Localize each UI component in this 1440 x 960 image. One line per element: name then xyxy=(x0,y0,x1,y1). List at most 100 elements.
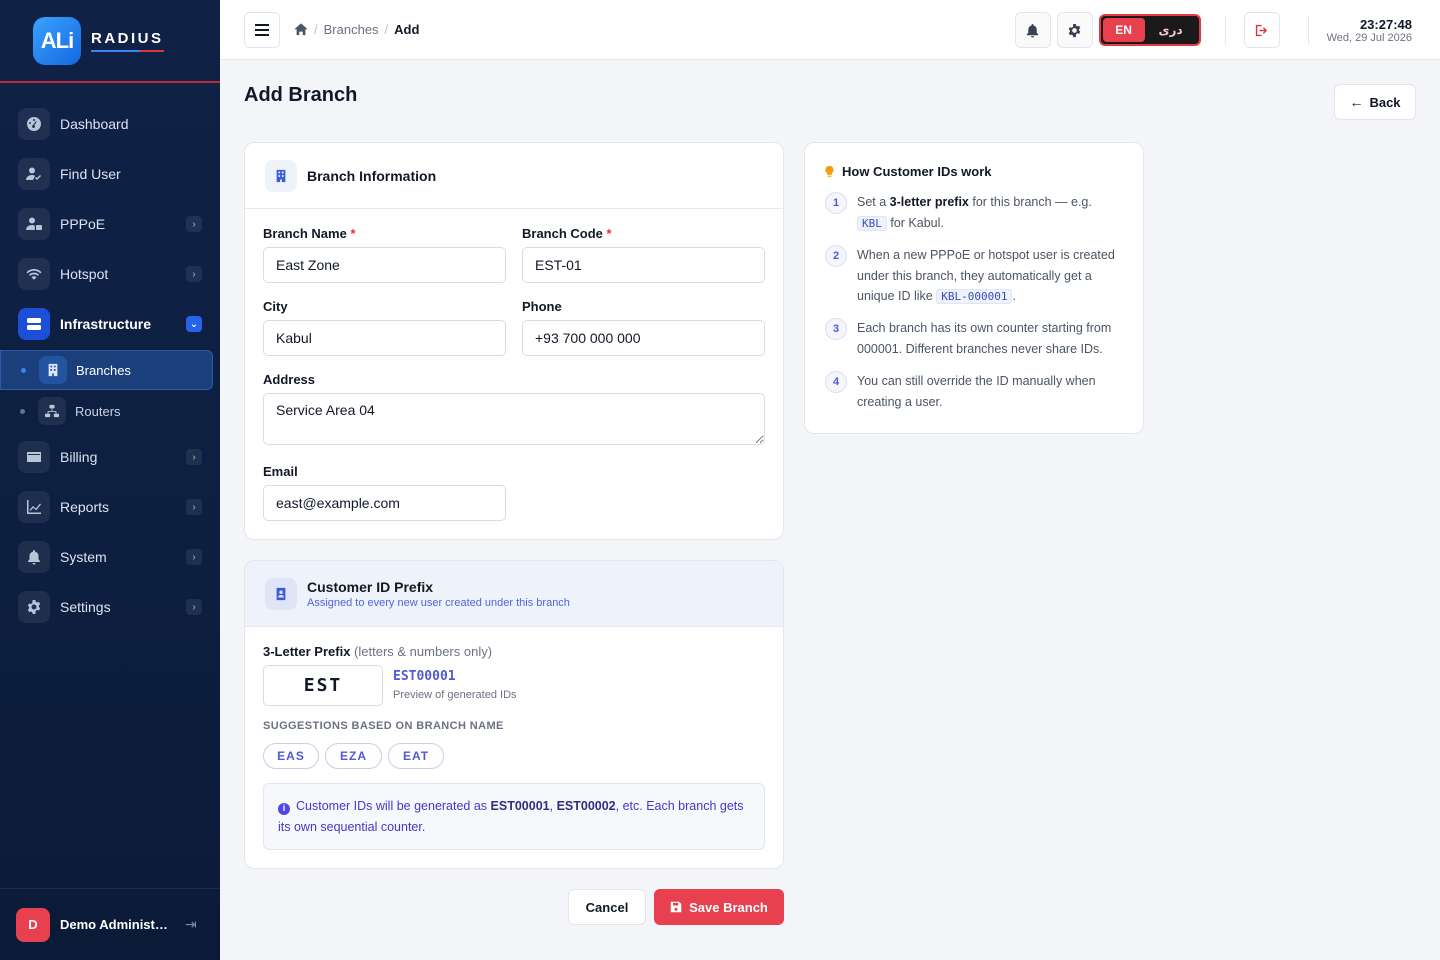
sign-out-icon[interactable]: ⇥ xyxy=(185,916,197,933)
phone-label: Phone xyxy=(522,299,562,314)
preview-id: EST00001 xyxy=(393,669,456,684)
branch-name-input[interactable] xyxy=(263,247,506,283)
find-user-icon xyxy=(18,158,50,190)
city-input[interactable] xyxy=(263,320,506,356)
chevron-right-icon: › xyxy=(186,266,202,282)
step-text-part: Set a xyxy=(857,195,890,209)
breadcrumb: / Branches / Add xyxy=(294,20,419,39)
divider xyxy=(1224,15,1226,45)
sidebar-subitem-branches[interactable]: Branches xyxy=(0,350,213,390)
address-textarea[interactable]: Service Area 04 xyxy=(263,393,765,445)
chevron-right-icon: › xyxy=(186,499,202,515)
label-text: Branch Name xyxy=(263,226,347,241)
topbar-actions: EN دری 23:27:48 Wed, 29 Jul 2026 xyxy=(1014,12,1412,48)
brand[interactable]: ALi RADIUS xyxy=(0,0,220,83)
sidebar-item-system[interactable]: System › xyxy=(0,532,220,582)
sidebar-item-pppoe[interactable]: PPPoE › xyxy=(0,199,220,249)
clock-date: Wed, 29 Jul 2026 xyxy=(1326,31,1412,44)
gear-icon xyxy=(1068,23,1081,37)
info-icon: i xyxy=(278,802,290,815)
step-text: Each branch has its own counter starting… xyxy=(857,321,1112,356)
sidebar-item-label: Billing xyxy=(60,449,98,465)
branch-code-input[interactable] xyxy=(522,247,765,283)
required-mark: * xyxy=(350,226,356,241)
logout-button[interactable] xyxy=(1243,12,1280,48)
suggestion-chip[interactable]: EZA xyxy=(325,743,382,769)
home-icon[interactable] xyxy=(294,20,308,39)
chart-icon xyxy=(18,491,50,523)
menu-toggle-button[interactable] xyxy=(244,11,280,48)
lang-en-button[interactable]: EN xyxy=(1102,18,1145,42)
preview-caption: Preview of generated IDs xyxy=(393,689,517,701)
notifications-button[interactable] xyxy=(1014,12,1051,48)
sidebar: ALi RADIUS Dashboard Find User PPPoE › H… xyxy=(0,0,220,960)
building-icon xyxy=(39,356,67,384)
help-title: How Customer IDs work xyxy=(823,164,992,179)
bell-icon xyxy=(18,541,50,573)
step-text-bold: 3-letter prefix xyxy=(889,195,969,209)
save-icon xyxy=(670,901,682,913)
sidebar-item-reports[interactable]: Reports › xyxy=(0,482,220,532)
email-input[interactable] xyxy=(263,485,506,521)
breadcrumb-separator: / xyxy=(314,22,318,37)
back-label: Back xyxy=(1369,94,1401,110)
back-button[interactable]: ← Back xyxy=(1334,84,1416,120)
card-heading: Customer ID Prefix Assigned to every new… xyxy=(307,579,570,609)
suggestion-chip[interactable]: EAT xyxy=(388,743,444,769)
active-dot xyxy=(21,367,26,373)
avatar: D xyxy=(16,907,50,942)
sidebar-item-infrastructure[interactable]: Infrastructure ⌄ xyxy=(0,299,220,349)
sidebar-item-find-user[interactable]: Find User xyxy=(0,149,220,199)
prefix-input[interactable]: EST xyxy=(263,665,383,706)
step-text-part: for this branch — e.g. xyxy=(968,195,1092,209)
step-text-part: . xyxy=(1012,289,1016,303)
divider xyxy=(1307,15,1309,45)
inactive-dot xyxy=(20,408,25,414)
help-step: 3 Each branch has its own counter starti… xyxy=(825,318,1125,359)
breadcrumb-item-branches[interactable]: Branches xyxy=(324,22,379,37)
sidebar-item-billing[interactable]: Billing › xyxy=(0,432,220,482)
suggestion-chip[interactable]: EAS xyxy=(263,743,319,769)
user-profile[interactable]: D Demo Administrator ⇥ xyxy=(0,888,220,960)
sidebar-item-label: Dashboard xyxy=(60,116,129,132)
step-text: You can still override the ID manually w… xyxy=(857,374,1096,409)
lang-dari-button[interactable]: دری xyxy=(1145,18,1197,42)
sidebar-nav: Dashboard Find User PPPoE › Hotspot › In… xyxy=(0,83,220,632)
sidebar-item-dashboard[interactable]: Dashboard xyxy=(0,99,220,149)
chevron-right-icon: › xyxy=(186,216,202,232)
info-text: , xyxy=(549,799,557,813)
help-step: 4 You can still override the ID manually… xyxy=(825,371,1125,412)
sidebar-item-label: Find User xyxy=(60,166,121,182)
language-switcher: EN دری xyxy=(1098,14,1201,46)
brand-logo: ALi xyxy=(33,16,81,65)
phone-input[interactable] xyxy=(522,320,765,356)
breadcrumb-item-current: Add xyxy=(394,22,420,37)
card-header: Customer ID Prefix Assigned to every new… xyxy=(245,561,783,627)
hamburger-icon xyxy=(255,23,269,36)
save-label: Save Branch xyxy=(689,899,768,915)
help-title-text: How Customer IDs work xyxy=(842,164,992,179)
sidebar-subitem-routers[interactable]: Routers xyxy=(0,391,213,431)
save-branch-button[interactable]: Save Branch xyxy=(654,889,784,925)
help-step: 1 Set a 3-letter prefix for this branch … xyxy=(825,192,1125,234)
card-subtitle: Assigned to every new user created under… xyxy=(307,596,570,609)
sidebar-item-label: Infrastructure xyxy=(60,316,152,332)
sidebar-item-label: Reports xyxy=(60,499,110,515)
code-sample: KBL xyxy=(857,215,887,231)
sidebar-item-settings[interactable]: Settings › xyxy=(0,582,220,632)
bell-icon xyxy=(1026,23,1039,38)
page-title: Add Branch xyxy=(244,84,358,106)
chevron-right-icon: › xyxy=(186,599,202,615)
step-number: 3 xyxy=(825,318,847,340)
card-title: Branch Information xyxy=(307,167,437,184)
sidebar-item-label: Settings xyxy=(60,599,111,615)
branch-name-label: Branch Name * xyxy=(263,226,356,241)
wifi-icon xyxy=(18,258,50,290)
chevron-right-icon: › xyxy=(186,449,202,465)
label-text: 3-Letter Prefix xyxy=(263,644,351,659)
cancel-button[interactable]: Cancel xyxy=(568,889,646,925)
sidebar-item-hotspot[interactable]: Hotspot › xyxy=(0,249,220,299)
brand-name: RADIUS xyxy=(91,30,164,52)
settings-button[interactable] xyxy=(1056,12,1093,48)
user-name: Demo Administrator xyxy=(60,917,170,932)
